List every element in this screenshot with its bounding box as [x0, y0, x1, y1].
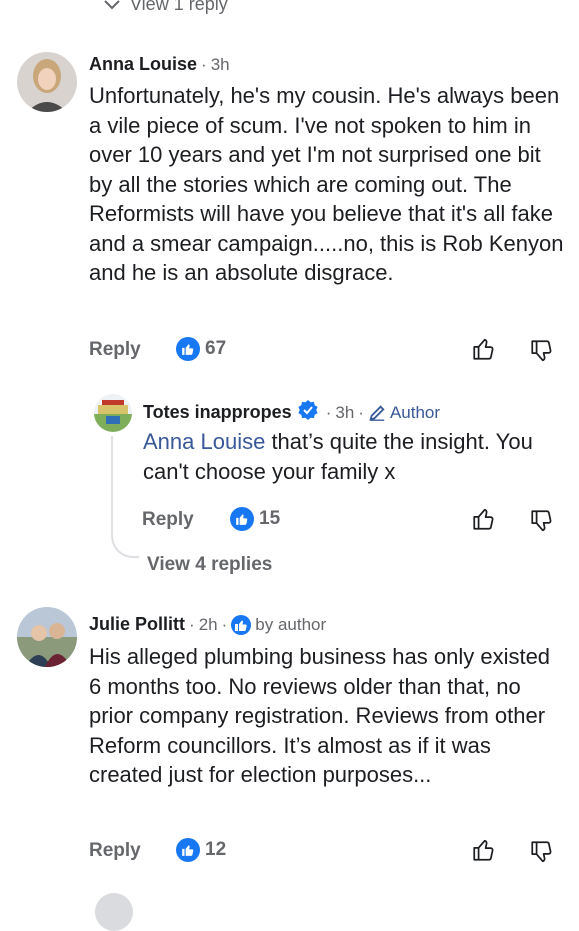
- separator: ·: [221, 614, 228, 634]
- thumbs-down-icon[interactable]: [529, 338, 555, 369]
- reply-button[interactable]: Reply: [142, 509, 194, 531]
- thumbs-down-icon[interactable]: [529, 508, 555, 539]
- comment-actions: Reply: [89, 836, 141, 866]
- view-replies-link-top[interactable]: View 1 reply: [104, 0, 228, 15]
- thumbs-down-icon[interactable]: [529, 839, 555, 870]
- like-count-value: 15: [259, 508, 281, 529]
- mention-link[interactable]: Anna Louise: [143, 429, 265, 454]
- comment-actions: Reply: [89, 335, 141, 365]
- comment-time[interactable]: 2h: [199, 615, 218, 635]
- comment-time[interactable]: 3h: [335, 403, 354, 423]
- separator: ·: [325, 402, 332, 422]
- thumbs-up-icon[interactable]: [471, 336, 497, 367]
- avatar[interactable]: [95, 893, 133, 931]
- view-replies-link[interactable]: View 4 replies: [147, 554, 272, 576]
- pencil-icon: [368, 404, 386, 422]
- reply-button[interactable]: Reply: [89, 840, 141, 862]
- comment-header: Anna Louise · 3h: [89, 54, 230, 75]
- like-count[interactable]: 12: [176, 838, 226, 862]
- like-icon: [176, 337, 200, 361]
- like-count-value: 12: [205, 839, 227, 860]
- reply-header: Totes inappropes · 3h · Author: [143, 400, 440, 425]
- comment-text: Unfortunately, he's my cousin. He's alwa…: [89, 83, 564, 285]
- commenter-name[interactable]: Totes inappropes: [143, 402, 292, 423]
- like-count[interactable]: 15: [230, 507, 280, 531]
- thread-connector: [111, 436, 139, 558]
- verified-badge-icon: [298, 400, 318, 425]
- like-icon: [230, 507, 254, 531]
- commenter-name[interactable]: Anna Louise: [89, 54, 197, 75]
- chevron-down-icon: [104, 0, 120, 15]
- like-icon: [231, 614, 252, 635]
- by-author-label: by author: [255, 614, 327, 634]
- like-count[interactable]: 67: [176, 337, 226, 361]
- reply-button[interactable]: Reply: [89, 339, 141, 361]
- like-count-value: 67: [205, 338, 227, 359]
- comment-header: Julie Pollitt · 2h · by author: [89, 614, 326, 635]
- thumbs-up-icon[interactable]: [471, 506, 497, 537]
- separator: ·: [358, 402, 364, 422]
- like-icon: [176, 838, 200, 862]
- reply-actions: Reply: [142, 505, 194, 535]
- avatar[interactable]: [17, 52, 77, 112]
- separator: ·: [189, 614, 195, 634]
- separator: ·: [201, 54, 207, 74]
- view-replies-label: View 1 reply: [130, 0, 228, 14]
- avatar[interactable]: [17, 607, 77, 667]
- avatar[interactable]: [94, 394, 132, 432]
- comment-time[interactable]: 3h: [211, 55, 230, 75]
- comment-text: His alleged plumbing business has only e…: [89, 644, 551, 787]
- commenter-name[interactable]: Julie Pollitt: [89, 614, 185, 635]
- thumbs-up-icon[interactable]: [471, 837, 497, 868]
- reply-text: Anna Louise that’s quite the insight. Yo…: [143, 427, 563, 486]
- author-label: Author: [389, 402, 441, 422]
